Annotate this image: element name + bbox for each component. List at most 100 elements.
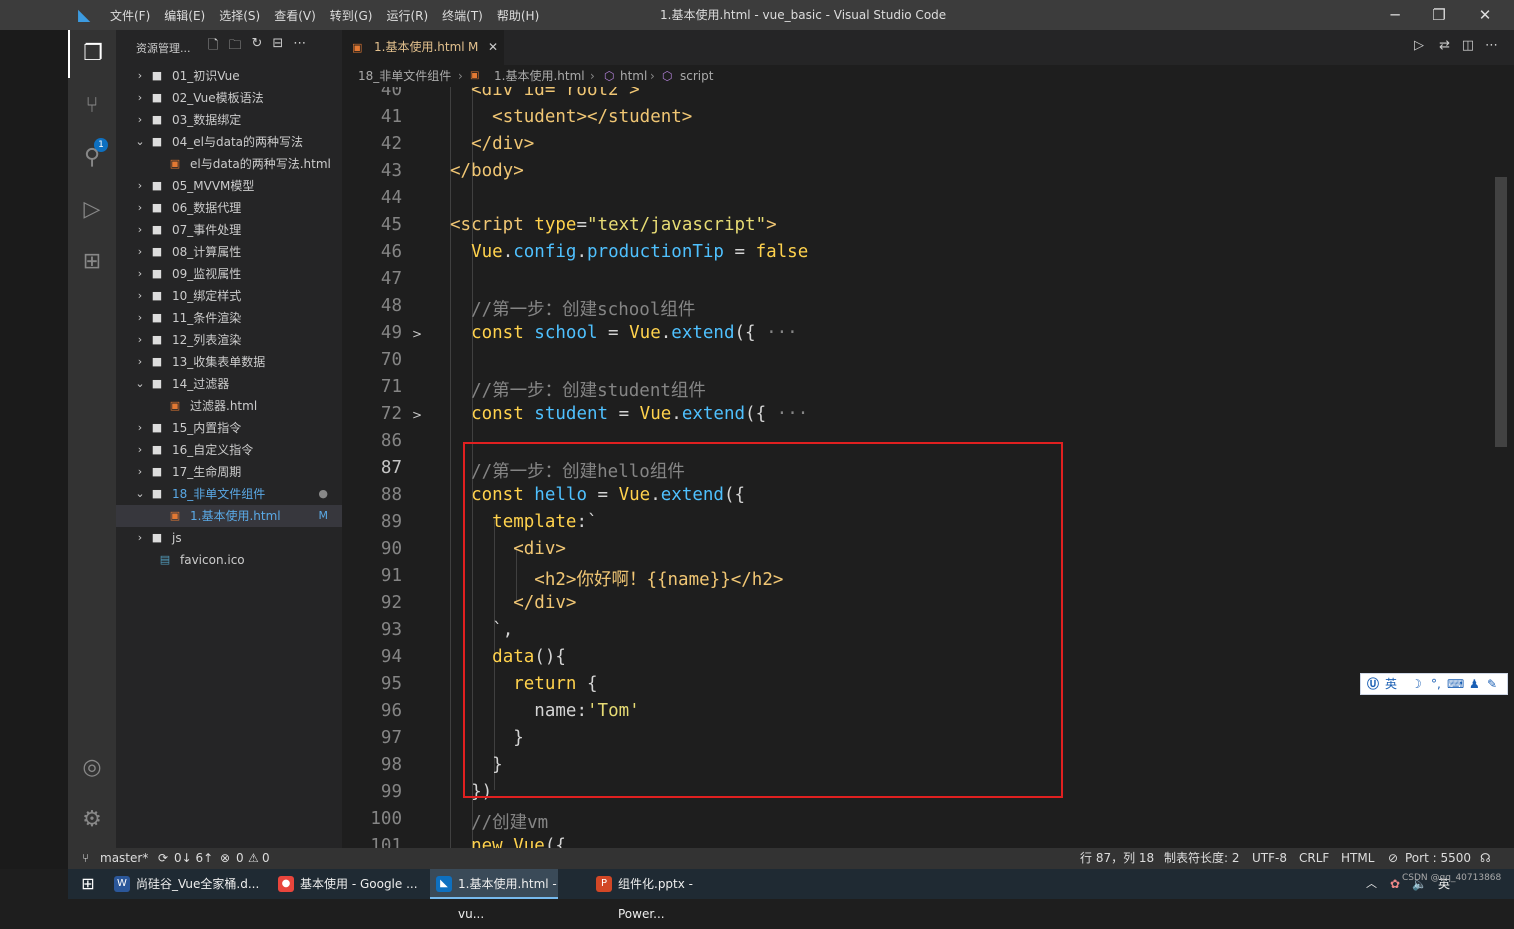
tree-folder[interactable]: ⌄ ■ 04_el与data的两种写法: [116, 131, 342, 153]
restore-button[interactable]: ❐: [1416, 0, 1462, 30]
editor-more-icon[interactable]: ⋯: [1485, 38, 1498, 53]
new-folder-icon[interactable]: 🗀: [228, 36, 241, 58]
ime-keyboard-icon[interactable]: ⌨: [1447, 674, 1464, 694]
tree-file[interactable]: ▤ favicon.ico: [116, 549, 342, 571]
ime-toolbar[interactable]: Ⓤ 英 ☽ °, ⌨ ♟ ✎: [1360, 673, 1508, 695]
tree-folder[interactable]: › ■ 06_数据代理: [116, 197, 342, 219]
tree-folder[interactable]: › ■ 17_生命周期: [116, 461, 342, 483]
taskbar-app[interactable]: W 尚硅谷_Vue全家桶.d...: [108, 869, 268, 899]
chevron-right-icon[interactable]: ›: [134, 329, 146, 351]
tree-folder[interactable]: › ■ 03_数据绑定: [116, 109, 342, 131]
menu-item[interactable]: 转到(G): [330, 7, 373, 24]
run-debug-icon[interactable]: ▷: [68, 186, 116, 234]
git-sync[interactable]: 0↓ 6↑: [174, 848, 213, 869]
language-mode[interactable]: HTML: [1341, 848, 1374, 869]
scrollbar[interactable]: [1494, 87, 1514, 848]
chevron-down-icon[interactable]: ⌄: [134, 131, 146, 153]
new-file-icon[interactable]: 🗋: [208, 36, 218, 58]
menu-item[interactable]: 终端(T): [442, 7, 483, 24]
tab-active-file[interactable]: ▣ 1.基本使用.html M ✕: [342, 30, 504, 65]
close-button[interactable]: ✕: [1462, 0, 1508, 30]
ime-punct-icon[interactable]: °,: [1431, 674, 1441, 694]
chevron-right-icon[interactable]: ›: [134, 65, 146, 87]
split-editor-icon[interactable]: ◫: [1462, 38, 1474, 53]
warning-count[interactable]: 0: [262, 848, 270, 869]
chevron-right-icon[interactable]: ›: [134, 461, 146, 483]
tree-file[interactable]: ▣ el与data的两种写法.html: [116, 153, 342, 175]
tree-folder[interactable]: › ■ 01_初识Vue: [116, 65, 342, 87]
chevron-right-icon[interactable]: ›: [134, 527, 146, 549]
tree-file[interactable]: ▣ 过滤器.html: [116, 395, 342, 417]
chevron-right-icon[interactable]: ›: [134, 175, 146, 197]
chevron-right-icon[interactable]: ›: [134, 285, 146, 307]
extensions-icon[interactable]: ⊞: [68, 238, 116, 286]
tree-folder[interactable]: › ■ 11_条件渲染: [116, 307, 342, 329]
tray-chevron-icon[interactable]: ︿: [1366, 869, 1377, 899]
tree-folder[interactable]: › ■ 05_MVVM模型: [116, 175, 342, 197]
line-ending[interactable]: CRLF: [1299, 848, 1329, 869]
taskbar-app[interactable]: ◣ 1.基本使用.html - vu...: [430, 869, 558, 921]
fold-chevron-icon[interactable]: >: [412, 327, 422, 341]
chevron-right-icon[interactable]: ›: [134, 439, 146, 461]
start-button-icon[interactable]: ⊞: [76, 869, 100, 899]
tray-app-icon[interactable]: ✿: [1390, 869, 1400, 899]
menu-item[interactable]: 选择(S): [219, 7, 260, 24]
chevron-right-icon[interactable]: ›: [134, 109, 146, 131]
search-icon[interactable]: ⚲: [68, 134, 116, 182]
chevron-right-icon[interactable]: ›: [134, 219, 146, 241]
chevron-down-icon[interactable]: ⌄: [134, 483, 146, 505]
taskbar-app[interactable]: ● 基本使用 - Google ...: [272, 869, 426, 899]
chevron-right-icon[interactable]: ›: [134, 307, 146, 329]
chevron-down-icon[interactable]: ⌄: [134, 373, 146, 395]
scrollbar-thumb[interactable]: [1495, 177, 1507, 447]
menu-item[interactable]: 文件(F): [110, 7, 150, 24]
menu-item[interactable]: 查看(V): [274, 7, 316, 24]
error-count[interactable]: 0: [236, 848, 244, 869]
tree-folder[interactable]: › ■ 16_自定义指令: [116, 439, 342, 461]
encoding[interactable]: UTF-8: [1252, 848, 1287, 869]
tab-close-icon[interactable]: ✕: [488, 30, 498, 65]
tree-file[interactable]: ▣ 1.基本使用.html M: [116, 505, 342, 527]
explorer-icon[interactable]: ❐: [68, 30, 116, 78]
menu-item[interactable]: 帮助(H): [497, 7, 539, 24]
taskbar-app[interactable]: P 组件化.pptx - Power...: [590, 869, 742, 921]
chevron-right-icon[interactable]: ›: [134, 87, 146, 109]
chevron-right-icon[interactable]: ›: [134, 417, 146, 439]
breadcrumb-folder[interactable]: 18_非单文件组件: [358, 65, 451, 87]
settings-gear-icon[interactable]: ⚙: [68, 796, 116, 844]
breadcrumb-html[interactable]: html: [620, 65, 647, 87]
ime-moon-icon[interactable]: ☽: [1411, 674, 1422, 694]
cursor-position[interactable]: 行 87，列 18: [1080, 848, 1154, 869]
chevron-right-icon[interactable]: ›: [134, 197, 146, 219]
tree-folder[interactable]: › ■ 15_内置指令: [116, 417, 342, 439]
fold-chevron-icon[interactable]: >: [412, 408, 422, 422]
account-icon[interactable]: ◎: [68, 744, 116, 792]
breadcrumb-script[interactable]: script: [680, 65, 713, 87]
compare-icon[interactable]: ⇄: [1439, 38, 1450, 53]
menu-item[interactable]: 编辑(E): [164, 7, 205, 24]
tree-folder[interactable]: › ■ 08_计算属性: [116, 241, 342, 263]
refresh-icon[interactable]: ↻: [251, 36, 262, 58]
ime-language[interactable]: 英: [1385, 674, 1397, 694]
source-control-icon[interactable]: ⑂: [68, 82, 116, 130]
chevron-right-icon[interactable]: ›: [134, 351, 146, 373]
tree-folder[interactable]: › ■ 10_绑定样式: [116, 285, 342, 307]
tree-folder[interactable]: › ■ 07_事件处理: [116, 219, 342, 241]
indentation[interactable]: 制表符长度: 2: [1164, 848, 1240, 869]
tree-folder[interactable]: › ■ 02_Vue模板语法: [116, 87, 342, 109]
tree-folder[interactable]: ⌄ ■ 14_过滤器: [116, 373, 342, 395]
ime-user-icon[interactable]: ♟: [1469, 674, 1480, 694]
tree-folder[interactable]: › ■ js: [116, 527, 342, 549]
tree-folder[interactable]: ⌄ ■ 18_非单文件组件 ●: [116, 483, 342, 505]
minimize-button[interactable]: ─: [1372, 0, 1418, 30]
collapse-all-icon[interactable]: ⊟: [272, 36, 283, 58]
more-actions-icon[interactable]: ⋯: [293, 36, 306, 58]
menu-item[interactable]: 运行(R): [386, 7, 428, 24]
tree-folder[interactable]: › ■ 13_收集表单数据: [116, 351, 342, 373]
tree-folder[interactable]: › ■ 12_列表渲染: [116, 329, 342, 351]
breadcrumb-file[interactable]: 1.基本使用.html: [494, 65, 585, 87]
tree-folder[interactable]: › ■ 09_监视属性: [116, 263, 342, 285]
git-branch[interactable]: master*: [100, 848, 148, 869]
chevron-right-icon[interactable]: ›: [134, 241, 146, 263]
chevron-right-icon[interactable]: ›: [134, 263, 146, 285]
